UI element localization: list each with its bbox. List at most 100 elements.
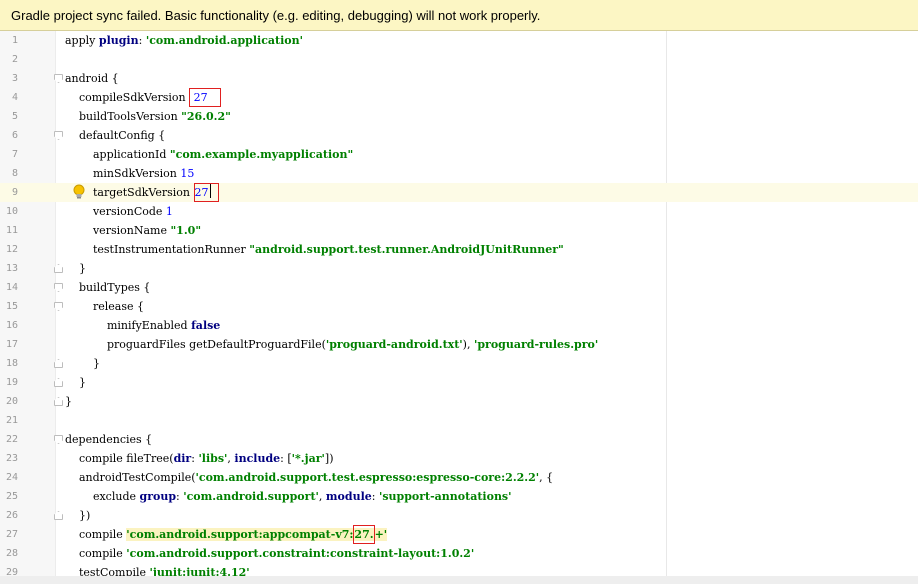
code-line[interactable]: 16 minifyEnabled false: [0, 316, 918, 335]
code-text[interactable]: versionCode 1: [65, 202, 173, 221]
code-line[interactable]: 3 android {: [0, 69, 918, 88]
code-line[interactable]: 10 versionCode 1: [0, 202, 918, 221]
code-line[interactable]: 23 compile fileTree(dir: 'libs', include…: [0, 449, 918, 468]
code-line[interactable]: 11 versionName "1.0": [0, 221, 918, 240]
line-number: 21: [5, 415, 18, 426]
line-number: 10: [5, 206, 18, 217]
fold-end-icon[interactable]: [54, 378, 63, 387]
code-text[interactable]: dependencies {: [65, 430, 152, 449]
code-line[interactable]: 26 }): [0, 506, 918, 525]
fold-collapse-icon[interactable]: [54, 74, 63, 83]
code-line[interactable]: 8 minSdkVersion 15: [0, 164, 918, 183]
code-text[interactable]: apply plugin: 'com.android.application': [65, 31, 303, 50]
code-text[interactable]: buildToolsVersion "26.0.2": [65, 107, 231, 126]
code-line[interactable]: 20}: [0, 392, 918, 411]
code-line[interactable]: 14 buildTypes {: [0, 278, 918, 297]
line-number: 14: [5, 282, 18, 293]
code-text[interactable]: }: [65, 373, 86, 392]
line-number: 26: [5, 510, 18, 521]
fold-collapse-icon[interactable]: [54, 131, 63, 140]
code-text[interactable]: testInstrumentationRunner "android.suppo…: [65, 240, 564, 259]
fold-end-icon[interactable]: [54, 359, 63, 368]
code-line[interactable]: 17 proguardFiles getDefaultProguardFile(…: [0, 335, 918, 354]
code-line[interactable]: 21: [0, 411, 918, 430]
code-line[interactable]: 5 buildToolsVersion "26.0.2": [0, 107, 918, 126]
code-line[interactable]: 24 androidTestCompile('com.android.suppo…: [0, 468, 918, 487]
code-line[interactable]: 12 testInstrumentationRunner "android.su…: [0, 240, 918, 259]
code-line[interactable]: 22 dependencies {: [0, 430, 918, 449]
code-line[interactable]: 7 applicationId "com.example.myapplicati…: [0, 145, 918, 164]
line-number: 17: [5, 339, 18, 350]
highlight-box-target-sdk: 27: [193, 183, 219, 202]
line-number: 18: [5, 358, 18, 369]
line-number: 19: [5, 377, 18, 388]
code-text[interactable]: minSdkVersion 15: [65, 164, 194, 183]
code-text[interactable]: compile 'com.android.support:appcompat-v…: [65, 525, 388, 544]
line-number: 24: [5, 472, 18, 483]
code-text[interactable]: android {: [65, 69, 119, 88]
code-line[interactable]: 13 }: [0, 259, 918, 278]
horizontal-scrollbar[interactable]: [0, 576, 918, 584]
code-text[interactable]: versionName "1.0": [65, 221, 201, 240]
code-text[interactable]: compile 'com.android.support.constraint:…: [65, 544, 474, 563]
code-text[interactable]: release {: [65, 297, 144, 316]
text-caret: [209, 184, 211, 198]
code-text[interactable]: compile fileTree(dir: 'libs', include: […: [65, 449, 334, 468]
line-number: 1: [11, 35, 18, 46]
line-number: 15: [5, 301, 18, 312]
fold-collapse-icon[interactable]: [54, 435, 63, 444]
code-line[interactable]: 28 compile 'com.android.support.constrai…: [0, 544, 918, 563]
line-number: 5: [11, 111, 18, 122]
code-line[interactable]: 2: [0, 50, 918, 69]
line-number: 2: [11, 54, 18, 65]
code-text[interactable]: androidTestCompile('com.android.support.…: [65, 468, 553, 487]
code-line[interactable]: 25 exclude group: 'com.android.support',…: [0, 487, 918, 506]
line-number: 25: [5, 491, 18, 502]
sync-failed-banner: Gradle project sync failed. Basic functi…: [0, 0, 918, 31]
code-text[interactable]: exclude group: 'com.android.support', mo…: [65, 487, 512, 506]
line-number: 8: [11, 168, 18, 179]
fold-end-icon[interactable]: [54, 397, 63, 406]
code-editor[interactable]: 1 apply plugin: 'com.android.application'…: [0, 31, 918, 584]
code-text[interactable]: minifyEnabled false: [65, 316, 220, 335]
line-number: 27: [5, 529, 18, 540]
fold-end-icon[interactable]: [54, 511, 63, 520]
code-text[interactable]: }: [65, 354, 100, 373]
code-text[interactable]: }): [65, 506, 90, 525]
lightbulb-icon[interactable]: [72, 184, 86, 200]
line-number: 9: [11, 187, 18, 198]
code-text[interactable]: defaultConfig {: [65, 126, 165, 145]
line-number: 4: [11, 92, 18, 103]
code-text[interactable]: buildTypes {: [65, 278, 150, 297]
code-line[interactable]: 19 }: [0, 373, 918, 392]
line-number: 28: [5, 548, 18, 559]
code-text[interactable]: compileSdkVersion 27: [65, 88, 222, 107]
line-number: 6: [11, 130, 18, 141]
code-text[interactable]: proguardFiles getDefaultProguardFile('pr…: [65, 335, 598, 354]
banner-message: Gradle project sync failed. Basic functi…: [11, 8, 541, 23]
highlight-box-appcompat-version: 27.: [353, 525, 375, 544]
code-text[interactable]: targetSdkVersion 27: [65, 183, 219, 202]
code-line[interactable]: 4 compileSdkVersion 27: [0, 88, 918, 107]
fold-collapse-icon[interactable]: [54, 302, 63, 311]
highlight-box-compile-sdk: 27: [189, 88, 222, 107]
fold-collapse-icon[interactable]: [54, 283, 63, 292]
code-text[interactable]: applicationId "com.example.myapplication…: [65, 145, 353, 164]
fold-end-icon[interactable]: [54, 264, 63, 273]
code-line[interactable]: 1 apply plugin: 'com.android.application': [0, 31, 918, 50]
line-number: 16: [5, 320, 18, 331]
code-line[interactable]: 9 targetSdkVersion 27: [0, 183, 918, 202]
code-line[interactable]: 27 compile 'com.android.support:appcompa…: [0, 525, 918, 544]
code-line[interactable]: 18 }: [0, 354, 918, 373]
line-number: 11: [5, 225, 18, 236]
line-number: 20: [5, 396, 18, 407]
code-line[interactable]: 15 release {: [0, 297, 918, 316]
line-number: 13: [5, 263, 18, 274]
line-number: 12: [5, 244, 18, 255]
code-text[interactable]: }: [65, 392, 72, 411]
line-number: 23: [5, 453, 18, 464]
code-text[interactable]: }: [65, 259, 86, 278]
line-number: 3: [11, 73, 18, 84]
line-number: 7: [11, 149, 18, 160]
code-line[interactable]: 6 defaultConfig {: [0, 126, 918, 145]
